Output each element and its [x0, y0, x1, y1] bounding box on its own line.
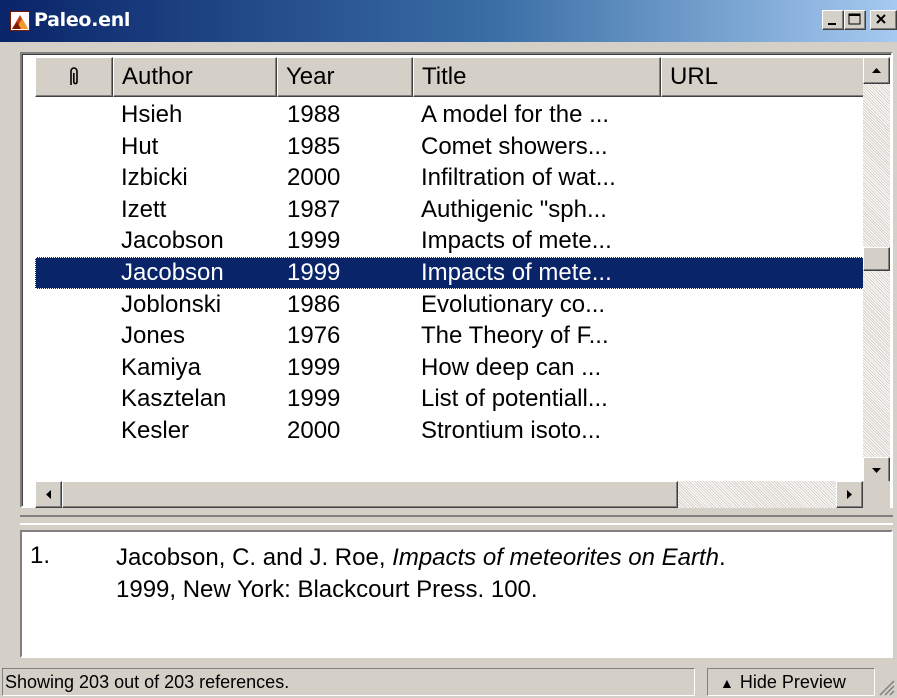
hide-preview-button[interactable]: ▲ Hide Preview: [707, 668, 875, 696]
title-cell: Authigenic "sph...: [421, 195, 607, 223]
preview-title: Impacts of meteorites on Earth: [392, 544, 719, 571]
title-cell: Impacts of mete...: [421, 258, 612, 286]
preview-citation-text: Jacobson, C. and J. Roe, Impacts of mete…: [116, 542, 876, 606]
year-cell: 2000: [287, 416, 341, 444]
scroll-left-button[interactable]: [35, 481, 62, 508]
title-cell: Impacts of mete...: [421, 227, 612, 255]
author-cell: Kesler: [121, 416, 190, 444]
title-cell: How deep can ...: [421, 353, 602, 381]
preview-title-end: .: [718, 544, 726, 571]
minimize-button[interactable]: [822, 10, 844, 30]
author-cell: Jones: [121, 322, 186, 350]
preview-splitter[interactable]: [20, 515, 893, 525]
author-cell: Hut: [121, 132, 159, 160]
paperclip-icon: [70, 67, 78, 85]
close-button[interactable]: [870, 10, 897, 30]
title-cell: Infiltration of wat...: [421, 164, 616, 192]
author-cell: Kasztelan: [121, 385, 227, 413]
title-cell: Evolutionary co...: [421, 290, 606, 318]
preview-authors: Jacobson, C. and J. Roe,: [116, 544, 393, 571]
column-header-title[interactable]: Title: [413, 57, 661, 97]
year-cell: 1999: [287, 258, 341, 286]
title-bar[interactable]: Paleo.enl: [0, 0, 897, 42]
window-title: Paleo.enl: [34, 9, 131, 31]
author-cell: Jacobson: [121, 227, 224, 255]
hide-preview-label: Hide Preview: [739, 672, 846, 692]
table-row[interactable]: Hsieh 1988 A model for the ...: [35, 99, 865, 131]
author-cell: Joblonski: [121, 290, 222, 318]
table-row[interactable]: Hut 1985 Comet showers...: [35, 131, 865, 163]
horizontal-scrollbar[interactable]: [35, 481, 863, 508]
arrow-up-icon: [872, 68, 881, 73]
year-cell: 1987: [287, 195, 341, 223]
table-row[interactable]: Jacobson 1999 Impacts of mete...: [35, 225, 865, 257]
column-header-url[interactable]: URL: [661, 57, 865, 97]
table-row[interactable]: Izett 1987 Authigenic "sph...: [35, 194, 865, 226]
year-cell: 1986: [287, 290, 341, 318]
maximize-button[interactable]: [844, 10, 866, 30]
author-cell: Kamiya: [121, 353, 202, 381]
resize-grip-icon[interactable]: [877, 678, 895, 696]
arrow-down-icon: [872, 468, 881, 473]
author-cell: Izbicki: [121, 164, 188, 192]
preview-pane: 1. Jacobson, C. and J. Roe, Impacts of m…: [20, 530, 893, 658]
arrow-left-icon: [46, 490, 51, 499]
column-header-author[interactable]: Author: [113, 57, 277, 97]
table-row[interactable]: Joblonski 1986 Evolutionary co...: [35, 289, 865, 321]
table-row[interactable]: Kasztelan 1999 List of potentiall...: [35, 383, 865, 415]
triangle-up-icon: ▲: [720, 675, 734, 691]
status-text: Showing 203 out of 203 references.: [2, 668, 695, 696]
scroll-right-button[interactable]: [836, 481, 863, 508]
scroll-down-button[interactable]: [863, 457, 890, 484]
year-cell: 1985: [287, 132, 341, 160]
year-cell: 1999: [287, 353, 341, 381]
column-header-attachment[interactable]: [35, 57, 113, 97]
scrollbar-corner: [863, 481, 890, 508]
year-cell: 1976: [287, 322, 341, 350]
horizontal-scroll-thumb[interactable]: [62, 481, 678, 508]
column-header-row: Author Year Title URL: [35, 57, 865, 97]
vertical-scrollbar[interactable]: [863, 57, 890, 484]
table-row[interactable]: Jones 1976 The Theory of F...: [35, 320, 865, 352]
year-cell: 1999: [287, 385, 341, 413]
title-cell: A model for the ...: [421, 101, 610, 128]
preview-publication: 1999, New York: Blackcourt Press. 100.: [116, 576, 538, 603]
table-row[interactable]: Kesler 2000 Strontium isoto...: [35, 415, 865, 447]
author-cell: Izett: [121, 195, 167, 223]
year-cell: 1988: [287, 101, 341, 128]
title-cell: The Theory of F...: [421, 322, 609, 350]
endnote-app-icon[interactable]: [10, 11, 30, 31]
year-cell: 1999: [287, 227, 341, 255]
scroll-up-button[interactable]: [863, 57, 890, 84]
arrow-right-icon: [847, 490, 852, 499]
table-row[interactable]: Izbicki 2000 Infiltration of wat...: [35, 162, 865, 194]
title-cell: List of potentiall...: [421, 385, 608, 413]
title-cell: Comet showers...: [421, 132, 608, 160]
year-cell: 2000: [287, 164, 341, 192]
table-row-selected[interactable]: Jacobson 1999 Impacts of mete...: [35, 256, 865, 289]
reference-list: Author Year Title URL Hsieh 1988 A model…: [20, 52, 893, 508]
reference-rows: Hsieh 1988 A model for the ... Hut 1985 …: [35, 99, 865, 504]
author-cell: Jacobson: [121, 258, 224, 286]
status-bar: Showing 203 out of 203 references. ▲ Hide…: [0, 666, 897, 698]
title-cell: Strontium isoto...: [421, 416, 602, 444]
column-header-year[interactable]: Year: [277, 57, 413, 97]
author-cell: Hsieh: [121, 101, 183, 128]
vertical-scroll-thumb[interactable]: [863, 247, 890, 271]
table-row[interactable]: Kamiya 1999 How deep can ...: [35, 352, 865, 384]
endnote-library-window: Paleo.enl Author Year Title URL Hsieh 19…: [0, 0, 897, 698]
preview-citation-number: 1.: [30, 542, 51, 569]
